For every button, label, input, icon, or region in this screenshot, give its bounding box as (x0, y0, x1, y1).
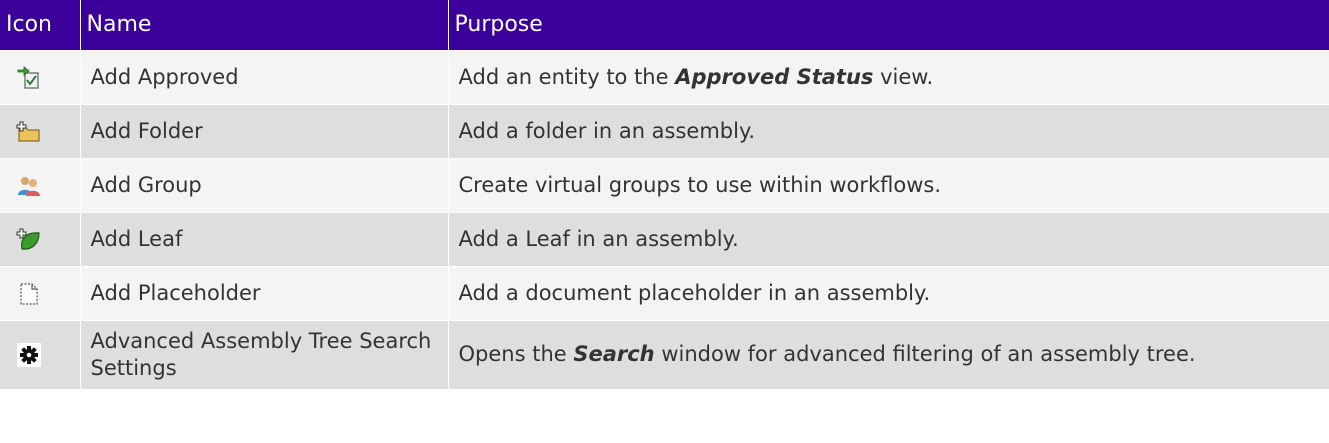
table-row: Add Group Create virtual groups to use w… (0, 157, 1329, 212)
row-purpose: Create virtual groups to use within work… (448, 157, 1329, 212)
add-placeholder-icon (20, 282, 38, 305)
table-row: Add Leaf Add a Leaf in an assembly. (0, 211, 1329, 266)
row-purpose: Add a document placeholder in an assembl… (448, 265, 1329, 320)
header-name: Name (80, 0, 449, 50)
table-header-row: Icon Name Purpose (0, 0, 1329, 50)
row-name: Advanced Assembly Tree Search Settings (80, 319, 449, 389)
table-row: Add Placeholder Add a document placehold… (0, 265, 1329, 320)
row-purpose: Add a Leaf in an assembly. (448, 211, 1329, 266)
row-name: Add Approved (80, 49, 449, 104)
table-row: Add Approved Add an entity to the Approv… (0, 49, 1329, 104)
add-folder-icon (16, 121, 40, 142)
add-approved-icon (17, 65, 39, 89)
row-purpose: Add a folder in an assembly. (448, 103, 1329, 158)
row-name: Add Folder (80, 103, 449, 158)
add-group-icon (18, 176, 40, 196)
header-icon: Icon (0, 0, 81, 50)
gear-icon (17, 343, 41, 368)
table-row: Advanced Assembly Tree Search Settings O… (0, 319, 1329, 389)
row-name: Add Group (80, 157, 449, 212)
row-purpose: Opens the Search window for advanced fil… (448, 319, 1329, 389)
row-name: Add Leaf (80, 211, 449, 266)
row-name: Add Placeholder (80, 265, 449, 320)
icon-reference-table: Icon Name Purpose Add Approved Add an en… (0, 0, 1329, 389)
header-purpose: Purpose (454, 12, 543, 38)
add-leaf-icon (16, 228, 40, 250)
table-row: Add Folder Add a folder in an assembly. (0, 103, 1329, 158)
row-purpose: Add an entity to the Approved Status vie… (448, 49, 1329, 104)
